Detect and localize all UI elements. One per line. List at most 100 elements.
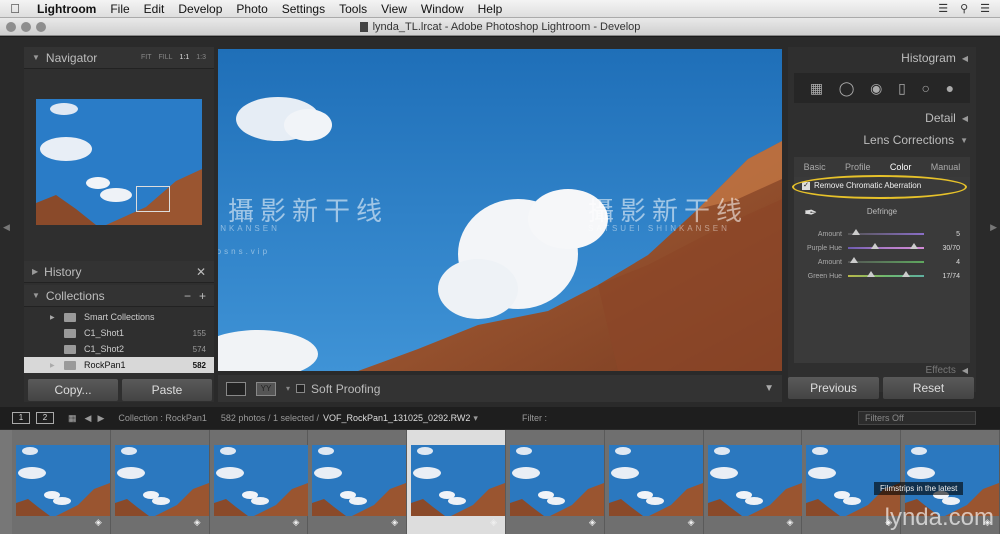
forward-arrow-icon[interactable]: ▶ [97, 413, 104, 424]
search-icon[interactable]: ⚲ [960, 2, 968, 15]
menu-icon[interactable]: ☰ [980, 2, 990, 15]
adjustment-brush-icon[interactable]: ● [946, 80, 954, 96]
filmstrip-thumbnail[interactable]: ◈ [209, 430, 309, 534]
loupe-view-button[interactable] [226, 381, 246, 396]
slider-knob[interactable] [850, 257, 859, 263]
filename-dropdown-icon[interactable]: ▾ [473, 413, 478, 424]
slider-green-hue[interactable]: Green Hue 17/74 [794, 269, 970, 283]
previous-button[interactable]: Previous [788, 377, 879, 399]
tag-icon[interactable]: ◈ [490, 517, 497, 528]
navigator-header[interactable]: ▼ Navigator FIT FILL 1:1 1:3 [24, 47, 214, 69]
navigator-focus-box[interactable] [136, 186, 170, 212]
remove-ca-row[interactable]: ✓ Remove Chromatic Aberration [792, 175, 967, 199]
history-header[interactable]: ▶ History ✕ [24, 261, 214, 283]
graduated-filter-icon[interactable]: ▯ [898, 80, 906, 97]
red-eye-icon[interactable]: ◉ [870, 80, 882, 97]
zoom-1-1[interactable]: 1:1 [180, 54, 190, 61]
dropdown-arrow-icon[interactable]: ▾ [286, 384, 290, 393]
slider-knob-right[interactable] [910, 243, 918, 249]
tab-color[interactable]: Color [890, 162, 912, 172]
zoom-fill[interactable]: FILL [159, 54, 173, 61]
slider-value[interactable]: 5 [956, 231, 970, 238]
effects-header[interactable]: Effects ◀ [788, 363, 976, 377]
right-edge-arrow-icon[interactable]: ▶ [990, 222, 997, 233]
tag-icon[interactable]: ◈ [391, 517, 398, 528]
collection-item-selected[interactable]: ▶ RockPan1 582 [24, 357, 214, 373]
menu-develop[interactable]: Develop [171, 2, 229, 16]
main-photo[interactable]: 攝影新干线 SATSUEI SHINKANSEN www.photosns.vi… [218, 49, 782, 371]
tag-icon[interactable]: ◈ [194, 517, 201, 528]
slider-track[interactable] [848, 257, 924, 263]
menu-window[interactable]: Window [414, 2, 471, 16]
slider-purple-amount[interactable]: Amount 5 [794, 227, 970, 241]
primary-window-button[interactable]: 1 [12, 412, 30, 424]
secondary-window-button[interactable]: 2 [36, 412, 54, 424]
filmstrip-thumbnail[interactable]: ◈ [604, 430, 704, 534]
slider-knob[interactable] [866, 271, 875, 277]
tag-icon[interactable]: ◈ [292, 517, 299, 528]
zoom-fit[interactable]: FIT [141, 54, 152, 61]
slider-green-amount[interactable]: Amount 4 [794, 255, 970, 269]
tab-manual[interactable]: Manual [931, 162, 961, 172]
reset-button[interactable]: Reset [883, 377, 974, 399]
spot-removal-icon[interactable]: ◯ [839, 80, 855, 97]
source-collection[interactable]: Collection : RockPan1 [118, 413, 207, 423]
filmstrip-thumbnail[interactable]: ◈ [505, 430, 605, 534]
radial-filter-icon[interactable]: ○ [922, 80, 930, 96]
menu-edit[interactable]: Edit [137, 2, 172, 16]
menu-settings[interactable]: Settings [275, 2, 332, 16]
apple-icon[interactable]:  [0, 1, 30, 16]
slider-knob[interactable] [851, 229, 860, 235]
slider-track[interactable] [848, 271, 924, 277]
toolbar-menu-arrow-icon[interactable]: ▼ [764, 383, 774, 394]
minus-icon[interactable]: − [184, 289, 191, 303]
selected-filename[interactable]: VOF_RockPan1_131025_0292.RW2 [323, 413, 470, 423]
tag-icon[interactable]: ◈ [786, 517, 793, 528]
zoom-1-3[interactable]: 1:3 [196, 54, 206, 61]
tab-basic[interactable]: Basic [804, 162, 826, 172]
detail-header[interactable]: Detail ◀ [788, 107, 976, 129]
tag-icon[interactable]: ◈ [688, 517, 695, 528]
copy-button[interactable]: Copy... [28, 379, 118, 401]
collection-item[interactable]: C1_Shot2 574 [24, 341, 214, 357]
slider-value[interactable]: 30/70 [942, 245, 970, 252]
left-edge-arrow-icon[interactable]: ◀ [3, 222, 10, 233]
slider-value[interactable]: 4 [956, 259, 970, 266]
collection-item[interactable]: ▶ Smart Collections [24, 309, 214, 325]
before-after-button[interactable]: YY [256, 381, 276, 396]
filmstrip-thumbnail[interactable]: ◈ [308, 430, 408, 534]
list-icon[interactable]: ☰ [938, 2, 948, 15]
lens-corrections-header[interactable]: Lens Corrections ▼ [788, 129, 976, 151]
tag-icon[interactable]: ◈ [589, 517, 596, 528]
plus-icon[interactable]: + [199, 289, 206, 303]
menu-view[interactable]: View [374, 2, 414, 16]
slider-knob-right[interactable] [902, 271, 910, 277]
clear-history-icon[interactable]: ✕ [196, 265, 206, 279]
navigator-preview[interactable] [36, 99, 202, 225]
tag-icon[interactable]: ◈ [95, 517, 102, 528]
menu-app[interactable]: Lightroom [30, 2, 103, 16]
close-window-button[interactable] [6, 22, 16, 32]
histogram-header[interactable]: Histogram ◀ [788, 47, 976, 69]
slider-knob[interactable] [870, 243, 879, 249]
zoom-window-button[interactable] [36, 22, 46, 32]
filter-preset-select[interactable]: Filters Off [858, 411, 976, 425]
menu-tools[interactable]: Tools [332, 2, 374, 16]
back-arrow-icon[interactable]: ◀ [85, 413, 92, 424]
slider-value[interactable]: 17/74 [942, 273, 970, 280]
menu-file[interactable]: File [103, 2, 136, 16]
menu-help[interactable]: Help [471, 2, 510, 16]
filmstrip-thumbnail-selected[interactable]: ◈ [407, 430, 506, 534]
crop-tool-icon[interactable]: ▦ [810, 80, 823, 97]
paste-button[interactable]: Paste [122, 379, 212, 401]
soft-proofing-label[interactable]: Soft Proofing [311, 382, 380, 396]
menu-photo[interactable]: Photo [229, 2, 274, 16]
filmstrip-thumbnail[interactable]: ◈ [703, 430, 803, 534]
tab-profile[interactable]: Profile [845, 162, 871, 172]
filmstrip-thumbnail[interactable]: ◈ [110, 430, 210, 534]
slider-purple-hue[interactable]: Purple Hue 30/70 [794, 241, 970, 255]
slider-track[interactable] [848, 229, 924, 235]
collections-header[interactable]: ▼ Collections − + [24, 285, 214, 307]
collection-item[interactable]: C1_Shot1 155 [24, 325, 214, 341]
grid-view-icon[interactable]: ▦ [68, 413, 77, 424]
